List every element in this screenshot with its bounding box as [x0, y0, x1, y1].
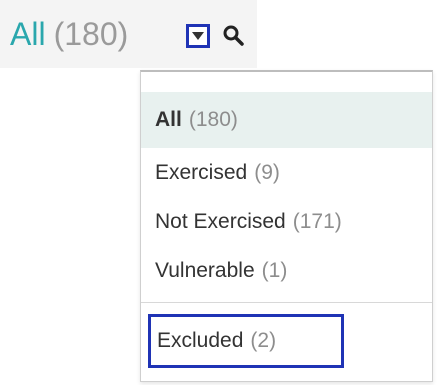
filter-header: All (180)	[0, 0, 257, 68]
filter-dropdown-menu: All (180) Exercised (9) Not Exercised (1…	[140, 70, 433, 382]
filter-dropdown-toggle[interactable]	[186, 24, 210, 48]
filter-title[interactable]: All (180)	[10, 14, 128, 54]
selected-filter-label: All	[10, 16, 46, 52]
menu-item-count: (9)	[254, 160, 280, 184]
caret-down-icon	[192, 32, 204, 40]
menu-item-count: (180)	[188, 108, 238, 131]
menu-item-count: (1)	[261, 258, 288, 282]
menu-item-label: Vulnerable	[155, 258, 255, 282]
menu-item-exercised[interactable]: Exercised (9)	[141, 148, 432, 197]
menu-item-label: All	[155, 108, 182, 131]
menu-item-vulnerable[interactable]: Vulnerable (1)	[141, 246, 432, 295]
filter-screen: All (180) All (180) Exercised (9) Not Ex…	[0, 0, 439, 385]
menu-divider	[141, 302, 432, 303]
menu-item-label: Exercised	[155, 160, 248, 184]
menu-item-count: (171)	[292, 209, 342, 233]
menu-item-label: Not Exercised	[155, 209, 286, 233]
menu-item-not-exercised[interactable]: Not Exercised (171)	[141, 197, 432, 246]
menu-item-excluded[interactable]: Excluded (2)	[148, 314, 344, 368]
selected-filter-count: (180)	[53, 16, 129, 52]
menu-item-label: Excluded	[157, 329, 244, 352]
menu-item-count: (2)	[250, 329, 277, 352]
menu-item-all[interactable]: All (180)	[141, 92, 432, 148]
search-icon[interactable]	[221, 23, 245, 47]
